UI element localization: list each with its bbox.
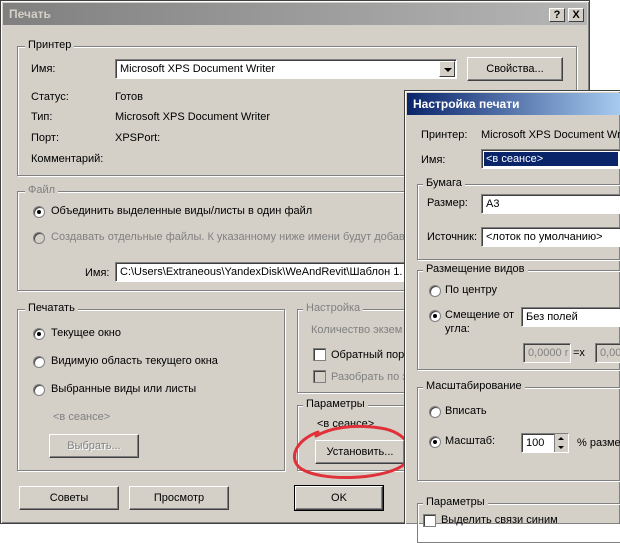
offset-label-line2: угла: <box>445 323 470 335</box>
offset-radio[interactable] <box>429 310 441 322</box>
paper-size-label: Размер: <box>427 197 468 209</box>
placement-legend: Размещение видов <box>423 263 528 275</box>
setup-printer-value: Microsoft XPS Document Writ <box>481 129 620 141</box>
scale-spinner[interactable] <box>554 434 568 452</box>
center-radio[interactable] <box>429 285 441 297</box>
setup-name-select[interactable]: <в сеансе> <box>481 149 620 169</box>
paper-size-select[interactable]: A3 <box>481 194 620 214</box>
highlight-links-label: Выделить связи синим <box>441 514 558 526</box>
fit-radio[interactable] <box>429 406 441 418</box>
scale-input[interactable]: 100 <box>521 433 569 453</box>
print-setup-title: Настройка печати <box>413 97 520 111</box>
offset-x-input[interactable]: 0,0000 r <box>523 343 571 363</box>
paper-legend: Бумага <box>423 177 465 189</box>
highlight-links-checkbox[interactable] <box>423 514 436 527</box>
setup-printer-label: Принтер: <box>421 129 468 141</box>
print-setup-dialog: Настройка печати Принтер: Microsoft XPS … <box>404 90 620 543</box>
zoom-group <box>417 387 620 481</box>
zoom-legend: Масштабирование <box>423 380 525 392</box>
setup-params-legend: Параметры <box>423 496 488 508</box>
print-setup-titlebar: Настройка печати <box>407 93 620 115</box>
scale-value: 100 <box>526 437 545 449</box>
offset-y-input[interactable]: 0,0000 <box>595 343 620 363</box>
center-label: По центру <box>445 284 497 296</box>
paper-source-select[interactable]: <лоток по умолчанию> <box>481 227 620 247</box>
paper-source-label: Источник: <box>427 231 478 243</box>
offset-label-line1: Смещение от <box>445 309 514 321</box>
offset-x-separator: =x <box>573 347 585 359</box>
offset-select[interactable]: Без полей <box>521 307 620 327</box>
scale-label: Масштаб: <box>445 435 496 447</box>
scale-unit-label: % разме <box>577 437 620 449</box>
setup-name-value: <в сеансе> <box>484 152 618 166</box>
fit-label: Вписать <box>445 405 487 417</box>
setup-name-label: Имя: <box>421 154 446 166</box>
scale-radio[interactable] <box>429 436 441 448</box>
